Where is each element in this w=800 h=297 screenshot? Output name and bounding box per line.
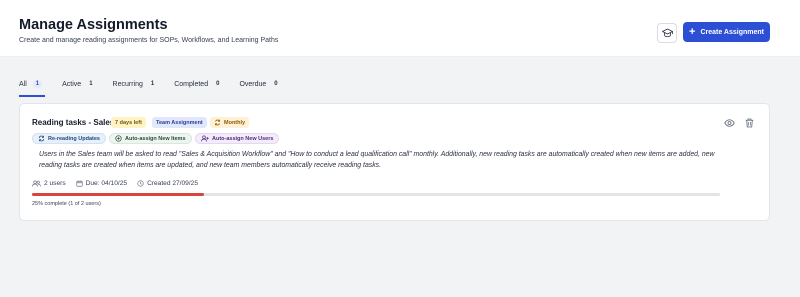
auto-assign-users-pill: Auto-assign New Users — [195, 133, 280, 144]
eye-icon — [724, 119, 735, 127]
created-date: Created 27/09/25 — [137, 180, 198, 187]
auto-users-label: Auto-assign New Users — [212, 135, 274, 142]
page-subtitle: Create and manage reading assignments fo… — [19, 37, 279, 44]
tab-label: Completed — [174, 80, 209, 88]
assignment-meta: 2 users Due: 04/10/25 Created 27/09/25 — [32, 178, 208, 188]
tab-label: All — [19, 80, 27, 88]
rereading-label: Re-reading Updates — [48, 135, 100, 142]
tab-recurring[interactable]: Recurring 1 — [113, 77, 155, 91]
tab-all[interactable]: All 1 — [19, 77, 45, 97]
tab-count: 0 — [216, 81, 220, 87]
filter-tabs: All 1 Active 1 Recurring 1 Completed 0 O… — [19, 77, 298, 97]
recurrence-badge: Monthly — [210, 117, 250, 128]
auto-assign-items-pill: Auto-assign New Items — [109, 133, 192, 144]
progress-bar — [32, 193, 720, 196]
create-assignment-button[interactable]: + Create Assignment — [683, 22, 770, 42]
tab-label: Active — [62, 80, 82, 88]
graduation-cap-icon — [661, 28, 673, 38]
due-date-label: Due: 04/10/25 — [85, 179, 128, 187]
tab-label: Recurring — [112, 80, 143, 88]
assignment-title: Reading tasks - Sales — [32, 118, 115, 127]
active-tab-indicator — [19, 95, 45, 97]
assignment-description: Users in the Sales team will be asked to… — [39, 151, 715, 170]
create-assignment-label: Create Assignment — [700, 28, 764, 36]
tab-count: 0 — [274, 81, 278, 87]
view-button[interactable] — [724, 119, 735, 127]
assignment-card[interactable]: Reading tasks - Sales 7 days left Team A… — [19, 103, 770, 221]
tab-count: 1 — [32, 80, 43, 88]
tab-count: 1 — [150, 81, 155, 87]
users-count: 2 users — [32, 180, 66, 187]
repeat-icon — [214, 119, 221, 126]
tab-overdue[interactable]: Overdue 0 — [239, 77, 277, 91]
assignment-type-badge: Team Assignment — [152, 117, 207, 128]
user-plus-icon — [201, 135, 209, 142]
tab-count: 1 — [89, 81, 93, 87]
learning-button[interactable] — [657, 23, 677, 43]
recurrence-label: Monthly — [224, 119, 246, 126]
clock-icon — [137, 179, 144, 187]
delete-button[interactable] — [745, 118, 754, 128]
rereading-updates-pill: Re-reading Updates — [32, 133, 106, 144]
days-left-badge: 7 days left — [111, 117, 146, 128]
plus-icon: + — [689, 25, 696, 38]
progress-fill — [32, 193, 204, 196]
tab-completed[interactable]: Completed 0 — [174, 77, 219, 91]
due-date: Due: 04/10/25 — [76, 180, 127, 187]
refresh-icon — [38, 135, 45, 142]
users-count-label: 2 users — [44, 179, 66, 187]
tab-active[interactable]: Active 1 — [62, 77, 92, 91]
created-date-label: Created 27/09/25 — [147, 179, 199, 187]
trash-icon — [745, 118, 754, 128]
tab-label: Overdue — [239, 80, 267, 88]
page-header: Manage Assignments Create and manage rea… — [0, 0, 800, 57]
users-icon — [32, 180, 41, 187]
progress-label: 25% complete (1 of 2 users) — [32, 201, 101, 207]
auto-items-label: Auto-assign New Items — [125, 135, 186, 142]
calendar-icon — [76, 180, 83, 187]
page-title: Manage Assignments — [19, 17, 168, 33]
plus-circle-icon — [115, 135, 122, 142]
